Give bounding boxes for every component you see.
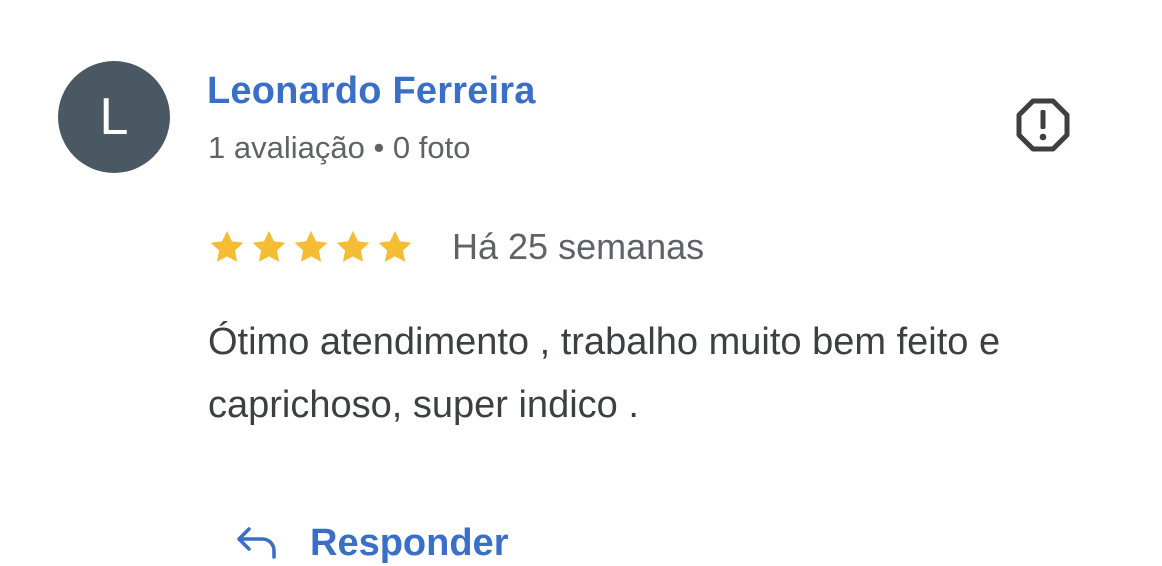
- review-text: Ótimo atendimento , trabalho muito bem f…: [208, 321, 1001, 426]
- avatar[interactable]: L: [58, 61, 170, 173]
- reply-arrow-icon: [237, 527, 276, 559]
- reply-label: Responder: [310, 521, 509, 564]
- rating-row: Há 25 semanas: [208, 224, 704, 270]
- star-icon: [210, 230, 244, 262]
- star-icon: [294, 230, 328, 262]
- author-name-link[interactable]: Leonardo Ferreira: [207, 70, 536, 113]
- star-rating: [208, 228, 414, 266]
- report-icon[interactable]: [1014, 96, 1072, 154]
- avatar-letter: L: [99, 88, 129, 146]
- review-card: L Leonardo Ferreira 1 avaliação • 0 foto…: [0, 0, 1162, 566]
- star-icon: [336, 230, 370, 262]
- review-date: Há 25 semanas: [452, 226, 705, 267]
- star-icon: [378, 230, 412, 262]
- star-icon: [252, 230, 286, 262]
- author-review-count: 1 avaliação • 0 foto: [208, 130, 471, 165]
- reply-button[interactable]: Responder: [234, 515, 508, 566]
